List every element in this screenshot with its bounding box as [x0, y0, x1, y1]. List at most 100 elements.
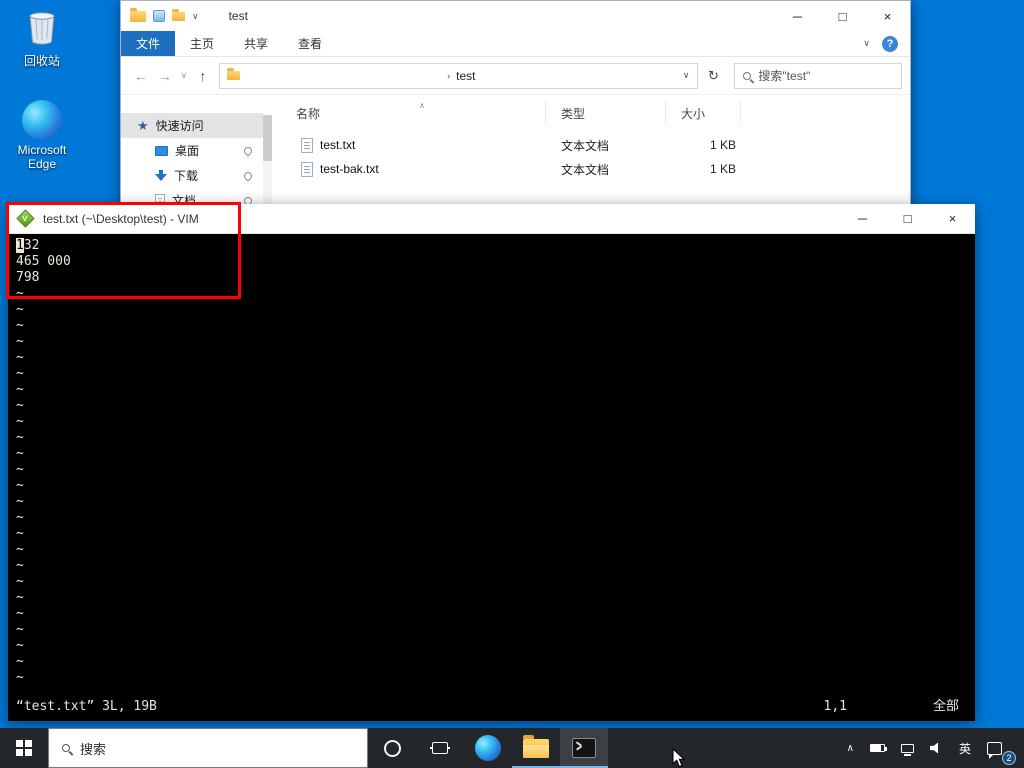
action-center-icon	[987, 741, 1002, 759]
cortana-button[interactable]	[368, 728, 416, 768]
text-file-icon	[301, 161, 313, 177]
vim-tilde-line: ~	[16, 334, 24, 349]
taskbar-terminal-button[interactable]	[560, 728, 608, 768]
ribbon-tab-file[interactable]: 文件	[121, 31, 176, 56]
vim-app-icon: V	[16, 209, 35, 228]
desktop-icon-edge[interactable]: Microsoft Edge	[8, 100, 76, 171]
sidebar-item-label: 桌面	[175, 144, 200, 158]
address-bar[interactable]: › test ∨	[218, 62, 698, 89]
taskbar-explorer-button[interactable]	[512, 728, 560, 768]
task-view-button[interactable]	[416, 728, 464, 768]
vim-tilde-line: ~	[16, 366, 24, 381]
ribbon-right-controls: ∨ ?	[863, 31, 910, 56]
network-status[interactable]	[893, 728, 922, 768]
sidebar-item-label: 下载	[174, 169, 199, 183]
help-icon[interactable]: ?	[882, 35, 898, 52]
text-file-icon	[301, 137, 313, 153]
vim-tilde-line: ~	[16, 590, 24, 605]
explorer-close-button[interactable]: ×	[865, 1, 910, 31]
breadcrumb-chevron-icon: ›	[447, 70, 451, 81]
language-indicator[interactable]: 英	[951, 728, 979, 768]
vim-terminal[interactable]: 132 465 000 798 ~ ~ ~ ~ ~ ~ ~ ~ ~ ~ ~ ~ ~ ~ ~ ~ ~ ~ ~ ~ ~ ~ ~ ~ ~ “…	[8, 234, 975, 721]
vim-file-info: “test.txt” 3L, 19B	[16, 699, 157, 714]
nav-back-button[interactable]: ←	[129, 68, 153, 84]
ribbon-expand-caret-icon[interactable]: ∨	[863, 38, 870, 49]
volume-status[interactable]	[922, 728, 951, 768]
desktop-icon-recycle-bin[interactable]: 回收站	[8, 6, 76, 68]
vim-tilde-line: ~	[16, 526, 24, 541]
scrollbar-thumb[interactable]	[263, 115, 272, 161]
taskbar-search-label: 搜索	[80, 741, 107, 757]
qat-properties-icon[interactable]	[153, 10, 165, 22]
explorer-window-controls: ─ □ ×	[775, 1, 910, 31]
search-query-text: 搜索"test"	[758, 69, 811, 83]
nav-history-caret-icon[interactable]: ∨	[177, 70, 191, 81]
speaker-icon	[929, 742, 939, 754]
vim-window-controls: ─ □ ×	[840, 204, 975, 234]
quick-access-toolbar: ∨	[121, 7, 199, 22]
battery-status[interactable]	[862, 728, 893, 768]
file-name: test.txt	[320, 138, 356, 152]
nav-up-button[interactable]: ↑	[191, 68, 215, 84]
search-input[interactable]: 搜索"test"	[734, 62, 903, 89]
vim-tilde-line: ~	[16, 606, 24, 621]
search-icon	[743, 71, 752, 80]
downloads-icon	[155, 169, 167, 182]
explorer-minimize-button[interactable]: ─	[775, 1, 820, 31]
vim-titlebar: V test.txt (~\Desktop\test) - VIM ─ □ ×	[8, 204, 975, 234]
file-list-header: 名称 ∧ 类型 大小	[281, 101, 863, 125]
file-type: 文本文档	[561, 162, 610, 177]
ribbon-tab-share[interactable]: 共享	[229, 31, 283, 56]
file-type: 文本文档	[561, 138, 610, 153]
file-row-test-txt[interactable]: test.txt 文本文档 1 KB	[281, 133, 863, 157]
file-row-test-bak-txt[interactable]: test-bak.txt 文本文档 1 KB	[281, 157, 863, 181]
ribbon-tab-home[interactable]: 主页	[175, 31, 229, 56]
vim-tilde-line: ~	[16, 542, 24, 557]
address-bar-row: ← → ∨ ↑ › test ∨ ↻ 搜索"test"	[121, 57, 910, 95]
qat-new-folder-icon[interactable]	[172, 8, 185, 21]
vim-tilde-line: ~	[16, 286, 24, 301]
taskbar-edge-button[interactable]	[464, 728, 512, 768]
column-header-name[interactable]: 名称 ∧	[281, 101, 546, 125]
vim-tilde-line: ~	[16, 574, 24, 589]
vim-tilde-line: ~	[16, 414, 24, 429]
refresh-button[interactable]: ↻	[701, 63, 727, 89]
sidebar-item-quick-access[interactable]: ★ 快速访问	[121, 113, 263, 138]
column-header-type[interactable]: 类型	[546, 101, 666, 125]
taskbar: 搜索 ∧ 英 2	[0, 728, 1024, 768]
breadcrumb[interactable]: test	[456, 69, 475, 83]
system-tray: ∧ 英 2	[839, 728, 1024, 768]
file-size: 1 KB	[709, 138, 736, 152]
taskbar-search-input[interactable]: 搜索	[48, 728, 368, 768]
vim-tilde-line: ~	[16, 302, 24, 317]
vim-window: V test.txt (~\Desktop\test) - VIM ─ □ × …	[8, 204, 975, 721]
action-center-button[interactable]: 2	[979, 728, 1016, 768]
nav-forward-button[interactable]: →	[153, 68, 177, 84]
explorer-window-title: test	[228, 9, 248, 23]
start-button[interactable]	[0, 728, 48, 768]
file-name: test-bak.txt	[320, 162, 379, 176]
file-list: 名称 ∧ 类型 大小 test.txt 文本文档 1 KB test-bak.t…	[281, 101, 863, 181]
column-header-size[interactable]: 大小	[666, 101, 741, 125]
network-icon	[900, 743, 914, 756]
qat-customize-caret-icon[interactable]: ∨	[192, 11, 199, 22]
tray-expand-button[interactable]: ∧	[839, 728, 862, 768]
vim-maximize-button[interactable]: □	[885, 204, 930, 234]
vim-tilde-line: ~	[16, 494, 24, 509]
sidebar-item-desktop[interactable]: 桌面	[121, 138, 263, 163]
address-dropdown-caret-icon[interactable]: ∨	[683, 70, 690, 81]
vim-tilde-line: ~	[16, 622, 24, 637]
notification-badge: 2	[1002, 751, 1016, 765]
vim-tilde-line: ~	[16, 510, 24, 525]
vim-tilde-line: ~	[16, 558, 24, 573]
vim-close-button[interactable]: ×	[930, 204, 975, 234]
vim-scroll-indicator: 全部	[932, 699, 959, 714]
vim-minimize-button[interactable]: ─	[840, 204, 885, 234]
edge-icon	[22, 100, 62, 140]
file-size: 1 KB	[709, 162, 736, 176]
vim-buffer-line: 798	[16, 270, 40, 285]
windows-logo-icon	[16, 740, 32, 756]
explorer-maximize-button[interactable]: □	[820, 1, 865, 31]
sidebar-item-downloads[interactable]: 下载	[121, 163, 263, 188]
ribbon-tab-view[interactable]: 查看	[283, 31, 337, 56]
